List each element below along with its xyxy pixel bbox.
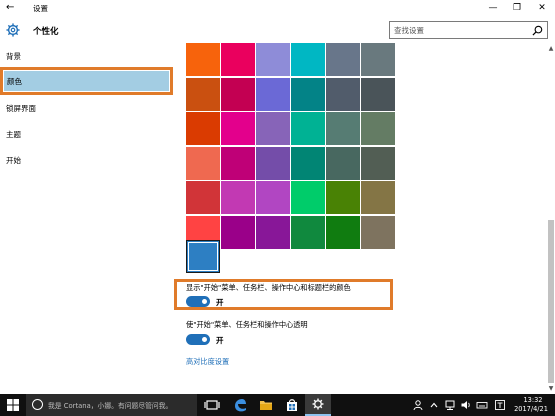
taskbar: 我是 Cortana，小娜。有问题尽管问我。 13:32 2017/4/21	[0, 394, 555, 416]
clock-date[interactable]: 2017/4/21	[510, 405, 552, 413]
scroll-up-arrow[interactable]: ▲	[547, 45, 555, 53]
selected-color-swatch[interactable]	[186, 240, 220, 273]
color-swatch[interactable]	[291, 77, 325, 111]
cortana-search-box[interactable]: 我是 Cortana，小娜。有问题尽管问我。	[26, 394, 197, 416]
sidebar-item-label: 锁屏界面	[6, 104, 36, 113]
color-swatch[interactable]	[221, 181, 255, 214]
search-input[interactable]	[394, 24, 524, 36]
color-swatch[interactable]	[361, 77, 395, 111]
sidebar-item-label: 背景	[6, 52, 21, 61]
cortana-icon	[32, 399, 43, 410]
volume-icon[interactable]	[460, 399, 472, 411]
scroll-thumb[interactable]	[548, 220, 554, 383]
color-swatch[interactable]	[291, 215, 325, 249]
color-swatch[interactable]	[256, 146, 290, 180]
color-swatch[interactable]	[256, 181, 290, 214]
color-swatch[interactable]	[256, 112, 290, 145]
color-swatch[interactable]	[186, 181, 220, 214]
selected-swatch-border	[188, 242, 218, 271]
color-swatch[interactable]	[186, 112, 220, 145]
color-swatch[interactable]	[326, 112, 360, 145]
page-title: 个性化	[33, 27, 59, 37]
high-contrast-settings-link[interactable]: 高对比度设置	[186, 357, 229, 367]
color-swatch[interactable]	[361, 215, 395, 249]
color-swatch[interactable]	[186, 146, 220, 180]
input-method-icon[interactable]	[494, 399, 506, 411]
selection-highlight	[4, 71, 169, 91]
color-swatch[interactable]	[361, 112, 395, 145]
show-hidden-icons-icon[interactable]	[428, 399, 440, 411]
edge-browser-icon[interactable]	[227, 394, 253, 416]
cortana-placeholder: 我是 Cortana，小娜。有问题尽管问我。	[48, 402, 173, 410]
clock-time[interactable]: 13:32	[516, 396, 550, 404]
color-swatch[interactable]	[221, 43, 255, 76]
sidebar-item-themes[interactable]: 主题	[0, 123, 175, 145]
color-swatch[interactable]	[326, 146, 360, 180]
color-swatch[interactable]	[256, 77, 290, 111]
color-swatch[interactable]	[186, 43, 220, 76]
transparency-label: 使"开始"菜单、任务栏和操作中心透明	[186, 320, 308, 329]
window-title: 设置	[33, 4, 48, 13]
person-icon[interactable]	[412, 399, 424, 411]
scrollbar[interactable]: ▲ ▼	[547, 45, 555, 393]
sidebar-item-label: 开始	[6, 156, 21, 165]
show-color-state: 开	[216, 298, 224, 307]
color-swatch[interactable]	[221, 215, 255, 249]
sidebar-item-label: 颜色	[7, 77, 22, 86]
color-swatch[interactable]	[256, 43, 290, 76]
sidebar-item-colors[interactable]: 颜色	[0, 67, 173, 95]
color-swatch[interactable]	[186, 77, 220, 111]
color-swatch[interactable]	[361, 181, 395, 214]
color-swatch[interactable]	[291, 112, 325, 145]
color-swatch[interactable]	[291, 146, 325, 180]
keyboard-icon[interactable]	[476, 399, 488, 411]
color-swatch[interactable]	[256, 215, 290, 249]
color-swatch[interactable]	[326, 77, 360, 111]
task-view-icon[interactable]	[199, 394, 225, 416]
search-box[interactable]	[389, 21, 548, 39]
sidebar-item-start[interactable]: 开始	[0, 149, 175, 171]
windows-start-icon[interactable]	[0, 394, 26, 416]
color-swatch[interactable]	[291, 181, 325, 214]
color-swatch[interactable]	[361, 146, 395, 180]
color-swatch[interactable]	[221, 112, 255, 145]
minimize-button[interactable]: —	[481, 0, 505, 17]
transparency-toggle[interactable]	[186, 334, 210, 345]
color-swatch[interactable]	[326, 43, 360, 76]
show-color-toggle[interactable]	[186, 296, 210, 307]
transparency-state: 开	[216, 336, 224, 345]
show-color-label: 显示"开始"菜单、任务栏、操作中心和标题栏的颜色	[186, 283, 351, 292]
close-button[interactable]: ✕	[530, 0, 554, 17]
color-swatch[interactable]	[221, 146, 255, 180]
sidebar-item-label: 主题	[6, 130, 21, 139]
file-explorer-icon[interactable]	[253, 394, 279, 416]
scroll-down-arrow[interactable]: ▼	[547, 385, 555, 393]
title-bar: ← 设置 — ❐ ✕	[0, 0, 555, 17]
maximize-button[interactable]: ❐	[505, 0, 529, 17]
back-button[interactable]: ←	[6, 2, 18, 14]
color-swatch[interactable]	[326, 215, 360, 249]
sidebar-item-lock-screen[interactable]: 锁屏界面	[0, 97, 175, 119]
network-icon[interactable]	[444, 399, 456, 411]
color-swatch[interactable]	[221, 77, 255, 111]
color-swatch[interactable]	[326, 181, 360, 214]
store-icon[interactable]	[279, 394, 305, 416]
sidebar-item-background[interactable]: 背景	[0, 45, 175, 67]
color-swatch[interactable]	[291, 43, 325, 76]
search-icon[interactable]	[532, 25, 543, 36]
settings-taskbar-icon[interactable]	[305, 394, 331, 416]
gear-icon	[6, 23, 20, 37]
color-swatch[interactable]	[361, 43, 395, 76]
